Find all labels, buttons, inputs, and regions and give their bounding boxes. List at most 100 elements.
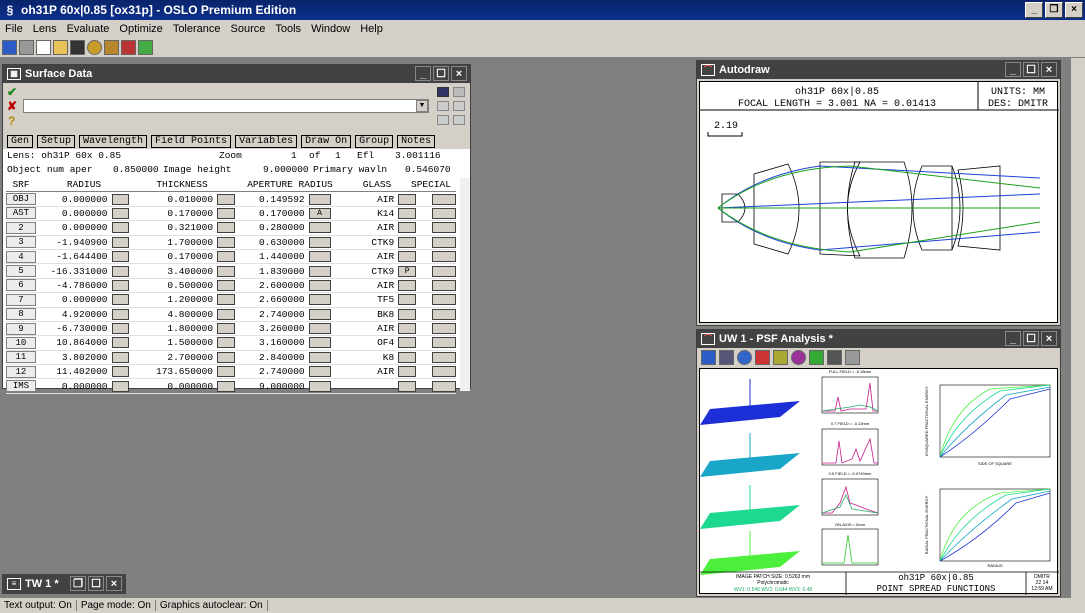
radius-cell[interactable]: -4.786000 xyxy=(36,280,107,291)
thickness-cell[interactable]: 0.170000 xyxy=(129,251,213,262)
thickness-special-button[interactable] xyxy=(217,265,235,277)
glass-cell[interactable]: AIR xyxy=(331,251,394,262)
aperture-cell[interactable]: 2.840000 xyxy=(235,352,305,363)
minimize-button[interactable]: _ xyxy=(1005,62,1021,77)
thickness-cell[interactable]: 1.800000 xyxy=(129,323,213,334)
efl-value[interactable]: 3.001116 xyxy=(395,150,441,161)
aperture-cell[interactable]: 2.740000 xyxy=(235,309,305,320)
copy-icon[interactable] xyxy=(453,101,465,111)
radius-cell[interactable]: -1.644400 xyxy=(36,251,107,262)
glass-cell[interactable]: K14 xyxy=(331,208,394,219)
maximize-button[interactable]: ☐ xyxy=(433,66,449,81)
command-input[interactable] xyxy=(23,99,429,113)
special-button[interactable] xyxy=(432,351,456,363)
thickness-special-button[interactable] xyxy=(217,279,235,291)
aperture-special-button[interactable] xyxy=(308,294,331,306)
minimize-button[interactable]: _ xyxy=(415,66,431,81)
special-button[interactable] xyxy=(432,323,456,335)
srf-cell[interactable]: 3 xyxy=(6,236,36,249)
thickness-special-button[interactable] xyxy=(217,366,235,378)
special-button[interactable] xyxy=(432,279,456,291)
close-button[interactable]: × xyxy=(1065,2,1083,18)
maximize-button[interactable]: ☐ xyxy=(1023,62,1039,77)
table-row[interactable]: AST 0.000000 0.170000 0.170000 A K14 xyxy=(6,207,456,222)
maximize-button[interactable]: ☐ xyxy=(1023,331,1039,346)
radius-special-button[interactable] xyxy=(111,279,130,291)
glass-special-button[interactable] xyxy=(398,323,417,335)
aperture-cell[interactable]: 3.260000 xyxy=(235,323,305,334)
glass-special-button[interactable] xyxy=(398,279,417,291)
menu-file[interactable]: File xyxy=(0,23,28,35)
radius-cell[interactable]: 10.864000 xyxy=(36,337,107,348)
aperture-special-button[interactable] xyxy=(308,323,331,335)
thickness-cell[interactable]: 3.400000 xyxy=(129,266,213,277)
new-file-icon[interactable] xyxy=(36,39,51,55)
grid-icon[interactable] xyxy=(773,349,788,365)
table-scrollbar[interactable] xyxy=(460,178,470,391)
radius-special-button[interactable] xyxy=(111,193,130,205)
close-button[interactable]: × xyxy=(1041,62,1057,77)
close-button[interactable]: × xyxy=(451,66,467,81)
menu-window[interactable]: Window xyxy=(306,23,355,35)
table-row[interactable]: 11 3.802000 2.700000 2.840000 K8 xyxy=(6,351,456,366)
menu-evaluate[interactable]: Evaluate xyxy=(62,23,115,35)
minimize-button[interactable]: _ xyxy=(1005,331,1021,346)
aperture-cell[interactable]: 1.830000 xyxy=(235,266,305,277)
aperture-special-button[interactable] xyxy=(308,222,331,234)
aperture-cell[interactable]: 1.440000 xyxy=(235,251,305,262)
radius-special-button[interactable] xyxy=(111,222,130,234)
special-button[interactable] xyxy=(432,193,456,205)
radius-special-button[interactable] xyxy=(111,351,130,363)
glass-special-button[interactable] xyxy=(398,351,417,363)
glass-cell[interactable]: AIR xyxy=(331,222,394,233)
aperture-special-button[interactable] xyxy=(308,366,331,378)
aperture-special-button[interactable] xyxy=(308,251,331,263)
thickness-cell[interactable]: 1.700000 xyxy=(129,237,213,248)
tab-gen[interactable]: Gen xyxy=(7,135,34,148)
radius-cell[interactable]: -6.730000 xyxy=(36,323,107,334)
radius-cell[interactable]: 0.000000 xyxy=(36,222,108,233)
glass-special-button[interactable] xyxy=(398,366,417,378)
aperture-special-button[interactable] xyxy=(308,337,331,349)
tab-draw-on[interactable]: Draw On xyxy=(301,135,352,148)
glass-cell[interactable]: AIR xyxy=(331,323,394,334)
srf-cell[interactable]: 4 xyxy=(6,250,36,263)
spreadsheet-icon[interactable] xyxy=(2,39,17,55)
aperture-cell[interactable]: 2.600000 xyxy=(235,280,305,291)
glass-cell[interactable]: CTK9 xyxy=(331,266,394,277)
srf-cell[interactable]: 5 xyxy=(6,265,36,278)
aperture-special-button[interactable]: A xyxy=(308,207,331,219)
glass-special-button[interactable] xyxy=(398,251,417,263)
aperture-special-button[interactable] xyxy=(308,308,331,320)
lens-icon[interactable] xyxy=(87,39,102,55)
radius-cell[interactable]: 0.000000 xyxy=(36,208,108,219)
thickness-special-button[interactable] xyxy=(217,222,235,234)
chart-icon[interactable] xyxy=(138,39,153,55)
special-button[interactable] xyxy=(432,236,456,248)
menu-tools[interactable]: Tools xyxy=(270,23,306,35)
thickness-special-button[interactable] xyxy=(217,294,235,306)
book-icon[interactable] xyxy=(121,39,136,55)
thickness-special-button[interactable] xyxy=(217,193,235,205)
restore-button[interactable]: ❐ xyxy=(1045,2,1063,18)
open-folder-icon[interactable] xyxy=(53,39,68,55)
srf-cell[interactable]: 11 xyxy=(6,351,36,364)
thickness-cell[interactable]: 0.321000 xyxy=(129,222,213,233)
globe-icon[interactable] xyxy=(737,349,752,365)
special-button[interactable] xyxy=(432,380,456,392)
thickness-special-button[interactable] xyxy=(217,323,235,335)
thickness-special-button[interactable] xyxy=(217,380,235,392)
autodraw-canvas[interactable]: oh31P 60x|0.85 FOCAL LENGTH = 3.001 NA =… xyxy=(699,81,1059,323)
restore-button[interactable]: ❐ xyxy=(70,576,86,591)
wave-icon[interactable] xyxy=(809,349,824,365)
table-row[interactable]: 7 0.000000 1.200000 2.660000 TF5 xyxy=(6,293,456,308)
thickness-cell[interactable]: 0.000000 xyxy=(129,381,213,392)
aperture-cell[interactable]: 9.000000 xyxy=(235,381,305,392)
close-button[interactable]: × xyxy=(1041,331,1057,346)
blank-icon[interactable] xyxy=(19,39,34,55)
radius-special-button[interactable] xyxy=(111,251,130,263)
page-mode-status[interactable]: Page mode: On xyxy=(77,600,156,611)
aperture-cell[interactable]: 0.280000 xyxy=(235,222,305,233)
zoom-value[interactable]: 1 xyxy=(291,150,297,161)
glass-special-button[interactable] xyxy=(398,380,417,392)
